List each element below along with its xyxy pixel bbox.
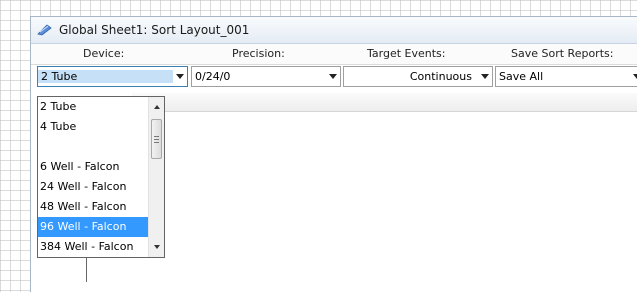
dropdown-item[interactable]: 4 Tube [38, 117, 148, 137]
save-sort-reports-select[interactable]: Save All [495, 66, 637, 87]
device-dropdown-list[interactable]: 2 Tube 4 Tube 6 Well - Falcon 24 Well - … [37, 96, 165, 258]
precision-header: Precision: [232, 47, 285, 60]
device-header: Device: [83, 47, 125, 60]
dropdown-item[interactable]: 24 Well - Falcon [38, 177, 148, 197]
controls-row: 2 Tube 0/24/0 Continuous Save All [31, 65, 637, 89]
header-row: Device: Precision: Target Events: Save S… [31, 44, 637, 65]
target-events-select[interactable]: Continuous [343, 66, 493, 87]
scroll-up-icon[interactable] [149, 99, 165, 115]
chevron-down-icon[interactable] [326, 67, 340, 86]
device-select[interactable]: 2 Tube [37, 66, 188, 87]
save-sort-reports-value: Save All [499, 70, 544, 83]
target-events-header: Target Events: [367, 47, 446, 60]
dropdown-item[interactable]: 48 Well - Falcon [38, 197, 148, 217]
window-title: Global Sheet1: Sort Layout_001 [59, 23, 250, 37]
save-sort-reports-header: Save Sort Reports: [511, 47, 614, 60]
scroll-down-icon[interactable] [149, 239, 165, 255]
precision-select[interactable]: 0/24/0 [191, 66, 341, 87]
dropdown-item[interactable]: 384 Well - Falcon [38, 237, 148, 257]
chevron-down-icon[interactable] [478, 67, 492, 86]
chevron-down-icon[interactable] [173, 67, 187, 86]
sort-layout-icon [37, 24, 53, 36]
device-value: 2 Tube [38, 70, 173, 83]
target-events-value: Continuous [409, 70, 472, 83]
dropdown-item[interactable]: 2 Tube [38, 97, 148, 117]
chevron-down-icon[interactable] [630, 67, 637, 86]
precision-value: 0/24/0 [195, 70, 231, 83]
dropdown-item[interactable]: 6 Well - Falcon [38, 157, 148, 177]
dropdown-items: 2 Tube 4 Tube 6 Well - Falcon 24 Well - … [38, 97, 148, 257]
dropdown-item-selected[interactable]: 96 Well - Falcon [38, 217, 148, 237]
scrollbar-thumb[interactable] [151, 119, 162, 159]
toolbar-strip [132, 93, 637, 112]
dropdown-scrollbar[interactable] [148, 97, 164, 257]
dropdown-item[interactable] [38, 137, 148, 157]
title-bar: Global Sheet1: Sort Layout_001 [31, 17, 637, 44]
